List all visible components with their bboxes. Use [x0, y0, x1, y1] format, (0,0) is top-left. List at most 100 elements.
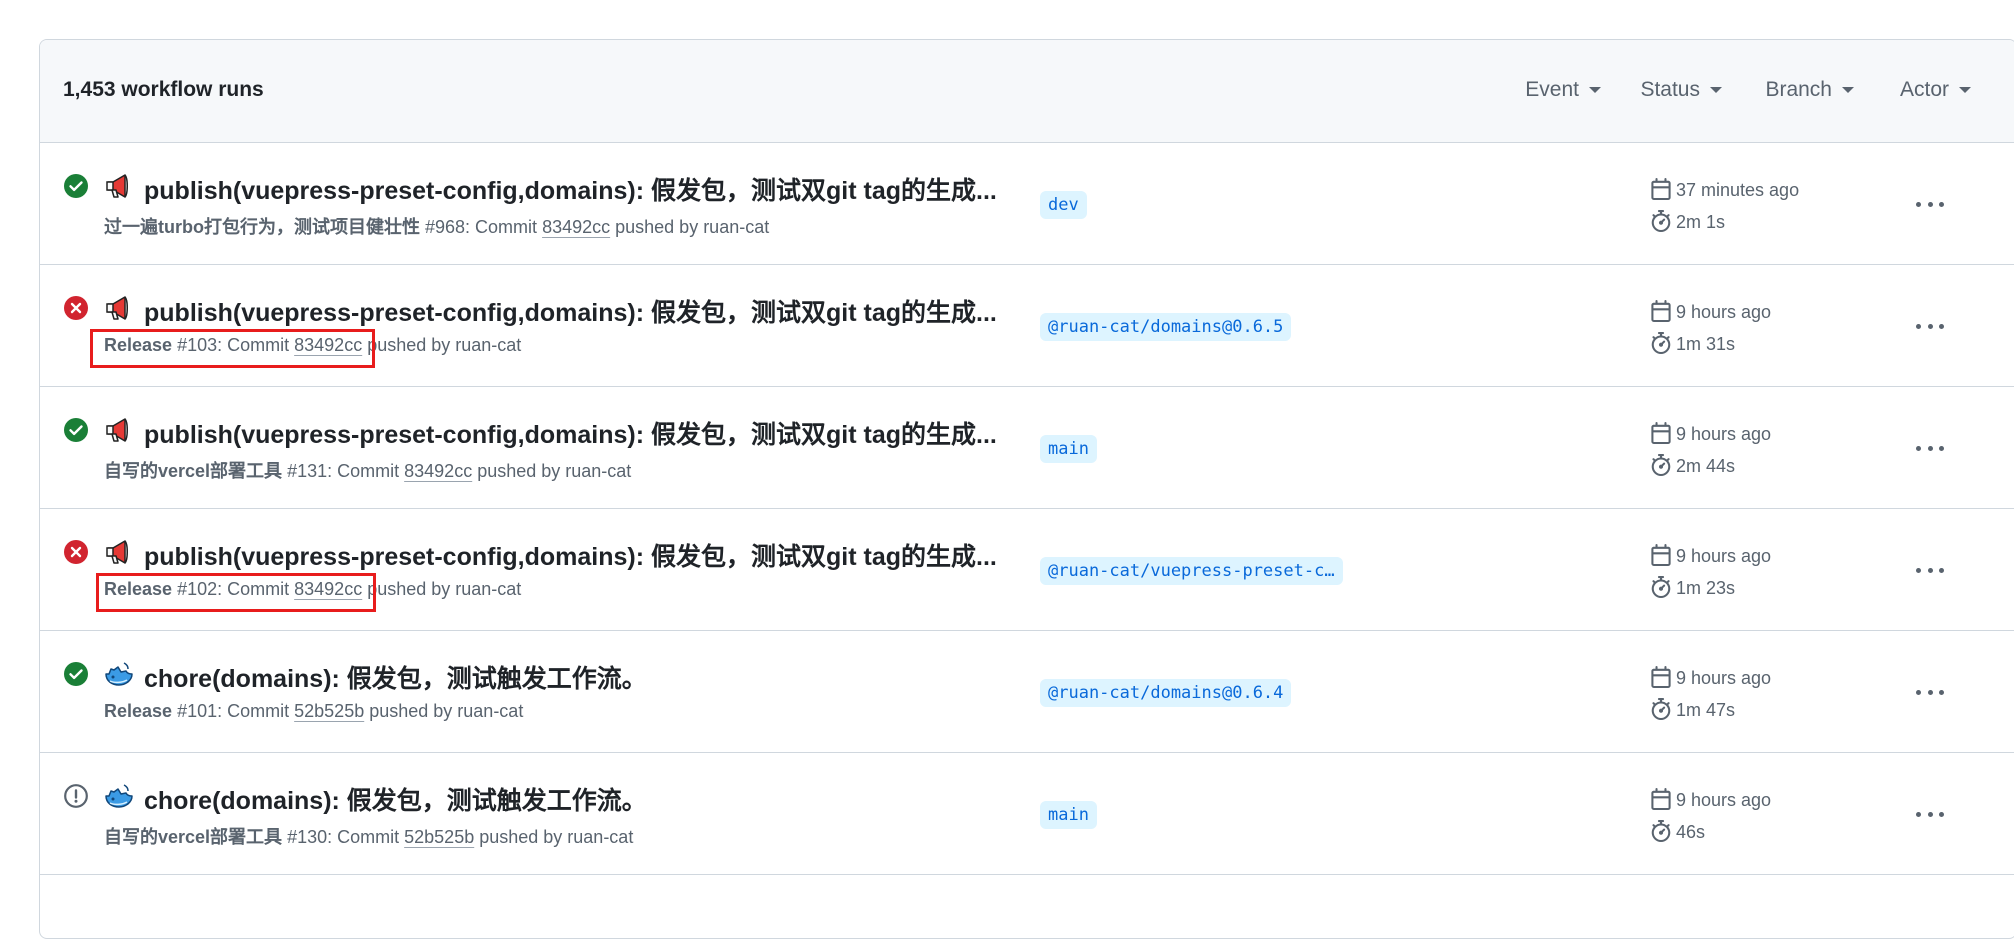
workflow-run-row[interactable]: publish(vuepress-preset-config,domains):…: [40, 387, 2014, 509]
filter-event-label: Event: [1525, 78, 1579, 101]
stopwatch-icon: [1651, 698, 1671, 720]
workflow-run-row[interactable]: publish(vuepress-preset-config,domains):…: [40, 509, 2014, 631]
branch-label[interactable]: @ruan-cat/vuepress-preset-c…: [1040, 557, 1343, 585]
kebab-menu-button[interactable]: [1912, 677, 1948, 707]
run-date: 9 hours ago: [1650, 788, 1771, 811]
pushed-by: pushed by ruan-cat: [474, 827, 634, 847]
caret-down-icon: [1589, 87, 1601, 94]
workflow-run-row[interactable]: publish(vuepress-preset-config,domains):…: [40, 265, 2014, 387]
run-title[interactable]: chore(domains): 假发包，测试触发工作流。: [144, 781, 647, 817]
commit-sha-link[interactable]: 52b525b: [294, 701, 364, 721]
workflow-run-row[interactable]: chore(domains): 假发包，测试触发工作流。 自写的vercel部署…: [40, 753, 2014, 875]
stopwatch-icon: [1651, 210, 1671, 232]
commit-sha-link[interactable]: 83492cc: [404, 461, 472, 481]
dot-icon: [1916, 689, 1921, 695]
filter-status-label: Status: [1640, 78, 1700, 101]
run-duration: 46s: [1650, 820, 1705, 843]
calendar-icon: [1651, 788, 1671, 810]
calendar-icon: [1651, 178, 1671, 200]
workflow-runs-box: 1,453 workflow runs Event Status Branch …: [39, 39, 2014, 939]
run-title[interactable]: publish(vuepress-preset-config,domains):…: [144, 293, 997, 329]
run-date: 9 hours ago: [1650, 300, 1771, 323]
kebab-menu-button[interactable]: [1912, 799, 1948, 829]
caret-down-icon: [1959, 87, 1971, 94]
workflow-run-row[interactable]: publish(vuepress-preset-config,domains):…: [40, 143, 2014, 265]
kebab-menu-button[interactable]: [1912, 311, 1948, 341]
run-date: 9 hours ago: [1650, 544, 1771, 567]
run-date-text: 9 hours ago: [1676, 424, 1772, 444]
run-duration: 1m 47s: [1650, 698, 1735, 721]
run-number: #102: [177, 579, 218, 599]
run-number: #968: [425, 217, 466, 237]
dot-icon: [1927, 323, 1933, 329]
filter-actor-label: Actor: [1899, 78, 1949, 101]
dot-icon: [1916, 323, 1921, 329]
commit-prefix: : Commit: [217, 701, 295, 721]
run-meta: 自写的vercel部署工具 #130: Commit 52b525b pushe…: [104, 823, 633, 849]
kebab-menu-button[interactable]: [1912, 433, 1948, 463]
run-date-text: 9 hours ago: [1676, 546, 1772, 566]
branch-label[interactable]: dev: [1040, 191, 1087, 219]
commit-prefix: : Commit: [217, 335, 295, 355]
pushed-by: pushed by ruan-cat: [362, 579, 522, 599]
run-title[interactable]: chore(domains): 假发包，测试触发工作流。: [144, 659, 647, 695]
workflow-name: 自写的vercel部署工具: [104, 461, 283, 481]
run-duration-text: 2m 44s: [1676, 456, 1736, 476]
run-count: 1,453 workflow runs: [63, 78, 264, 101]
run-duration-text: 46s: [1676, 822, 1706, 842]
run-meta: Release #102: Commit 83492cc pushed by r…: [104, 579, 521, 600]
check-circle-icon: [64, 174, 88, 198]
check-circle-icon: [64, 662, 88, 686]
filter-status[interactable]: Status: [1640, 78, 1722, 102]
caret-down-icon: [1710, 87, 1722, 94]
kebab-menu-button[interactable]: [1912, 189, 1948, 219]
branch-label[interactable]: main: [1040, 435, 1097, 463]
workflow-runs-header: 1,453 workflow runs Event Status Branch …: [40, 40, 2014, 143]
filter-event[interactable]: Event: [1525, 78, 1601, 102]
pushed-by: pushed by ruan-cat: [472, 461, 632, 481]
commit-sha-link[interactable]: 52b525b: [404, 827, 474, 847]
workflow-name: 自写的vercel部署工具: [104, 827, 283, 847]
run-date-text: 37 minutes ago: [1676, 180, 1800, 200]
run-number: #130: [287, 827, 328, 847]
x-circle-icon: [64, 540, 88, 564]
dot-icon: [1927, 201, 1933, 207]
workflow-run-row[interactable]: chore(domains): 假发包，测试触发工作流。 Release #10…: [40, 631, 2014, 753]
run-title[interactable]: publish(vuepress-preset-config,domains):…: [144, 415, 997, 451]
commit-sha-link[interactable]: 83492cc: [294, 335, 362, 355]
commit-sha-link[interactable]: 83492cc: [294, 579, 362, 599]
run-number: #101: [177, 701, 218, 721]
whale-icon: [104, 659, 134, 689]
megaphone-icon: [104, 415, 134, 445]
run-duration: 1m 23s: [1650, 576, 1735, 599]
filter-branch[interactable]: Branch: [1765, 78, 1854, 102]
commit-prefix: : Commit: [465, 217, 543, 237]
megaphone-icon: [104, 293, 134, 323]
run-duration: 2m 44s: [1650, 454, 1735, 477]
commit-sha-link[interactable]: 83492cc: [542, 217, 610, 237]
kebab-menu-button[interactable]: [1912, 555, 1948, 585]
run-meta: Release #103: Commit 83492cc pushed by r…: [104, 335, 521, 356]
branch-label[interactable]: @ruan-cat/domains@0.6.5: [1040, 313, 1292, 341]
dot-icon: [1939, 811, 1944, 817]
dot-icon: [1939, 689, 1944, 695]
run-meta: 自写的vercel部署工具 #131: Commit 83492cc pushe…: [104, 457, 631, 483]
megaphone-icon: [104, 537, 134, 567]
run-duration: 1m 31s: [1650, 332, 1735, 355]
run-title[interactable]: publish(vuepress-preset-config,domains):…: [144, 171, 997, 207]
run-date-text: 9 hours ago: [1676, 668, 1772, 688]
filter-actor[interactable]: Actor: [1900, 78, 1971, 102]
branch-label[interactable]: main: [1040, 801, 1097, 829]
dot-icon: [1927, 445, 1933, 451]
dot-icon: [1916, 811, 1921, 817]
dot-icon: [1927, 689, 1933, 695]
dot-icon: [1927, 811, 1933, 817]
dot-icon: [1916, 567, 1921, 573]
run-title[interactable]: publish(vuepress-preset-config,domains):…: [144, 537, 997, 573]
alert-circle-icon: [64, 784, 88, 808]
calendar-icon: [1651, 422, 1671, 444]
branch-label[interactable]: @ruan-cat/domains@0.6.4: [1040, 679, 1292, 707]
dot-icon: [1939, 567, 1944, 573]
dot-icon: [1916, 201, 1921, 207]
dot-icon: [1939, 323, 1944, 329]
